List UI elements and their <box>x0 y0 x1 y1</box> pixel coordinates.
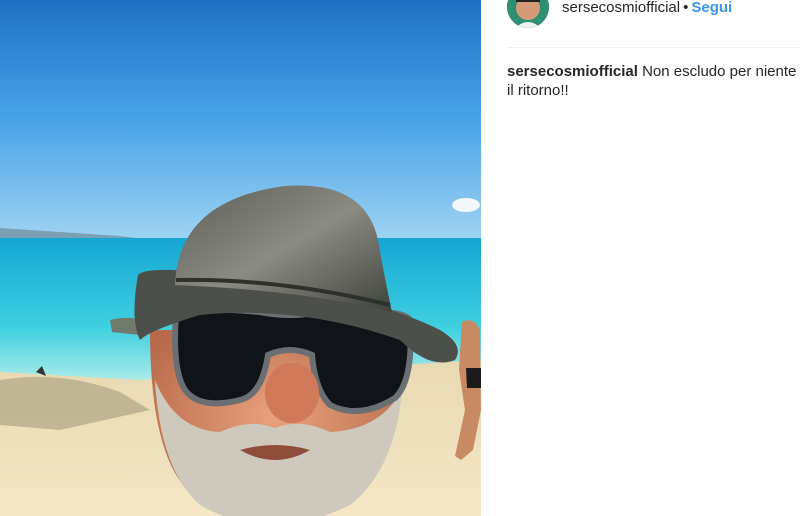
avatar-image <box>507 0 549 28</box>
selfie-beach-image <box>0 0 481 516</box>
separator-dot: • <box>683 0 689 16</box>
header-handle: sersecosmiofficial • Segui <box>562 0 732 16</box>
avatar[interactable] <box>507 0 549 28</box>
username-link[interactable]: sersecosmiofficial <box>562 0 680 16</box>
post-side-panel: sersecosmiofficial • Segui sersecosmioffic… <box>481 0 800 516</box>
caption-username-link[interactable]: sersecosmiofficial <box>507 63 638 80</box>
header-divider <box>507 47 800 48</box>
post-header: sersecosmiofficial • Segui <box>481 0 800 46</box>
post-photo[interactable] <box>0 0 481 516</box>
follow-button[interactable]: Segui <box>691 0 732 16</box>
post-caption: sersecosmiofficial Non escludo per nient… <box>507 62 797 100</box>
